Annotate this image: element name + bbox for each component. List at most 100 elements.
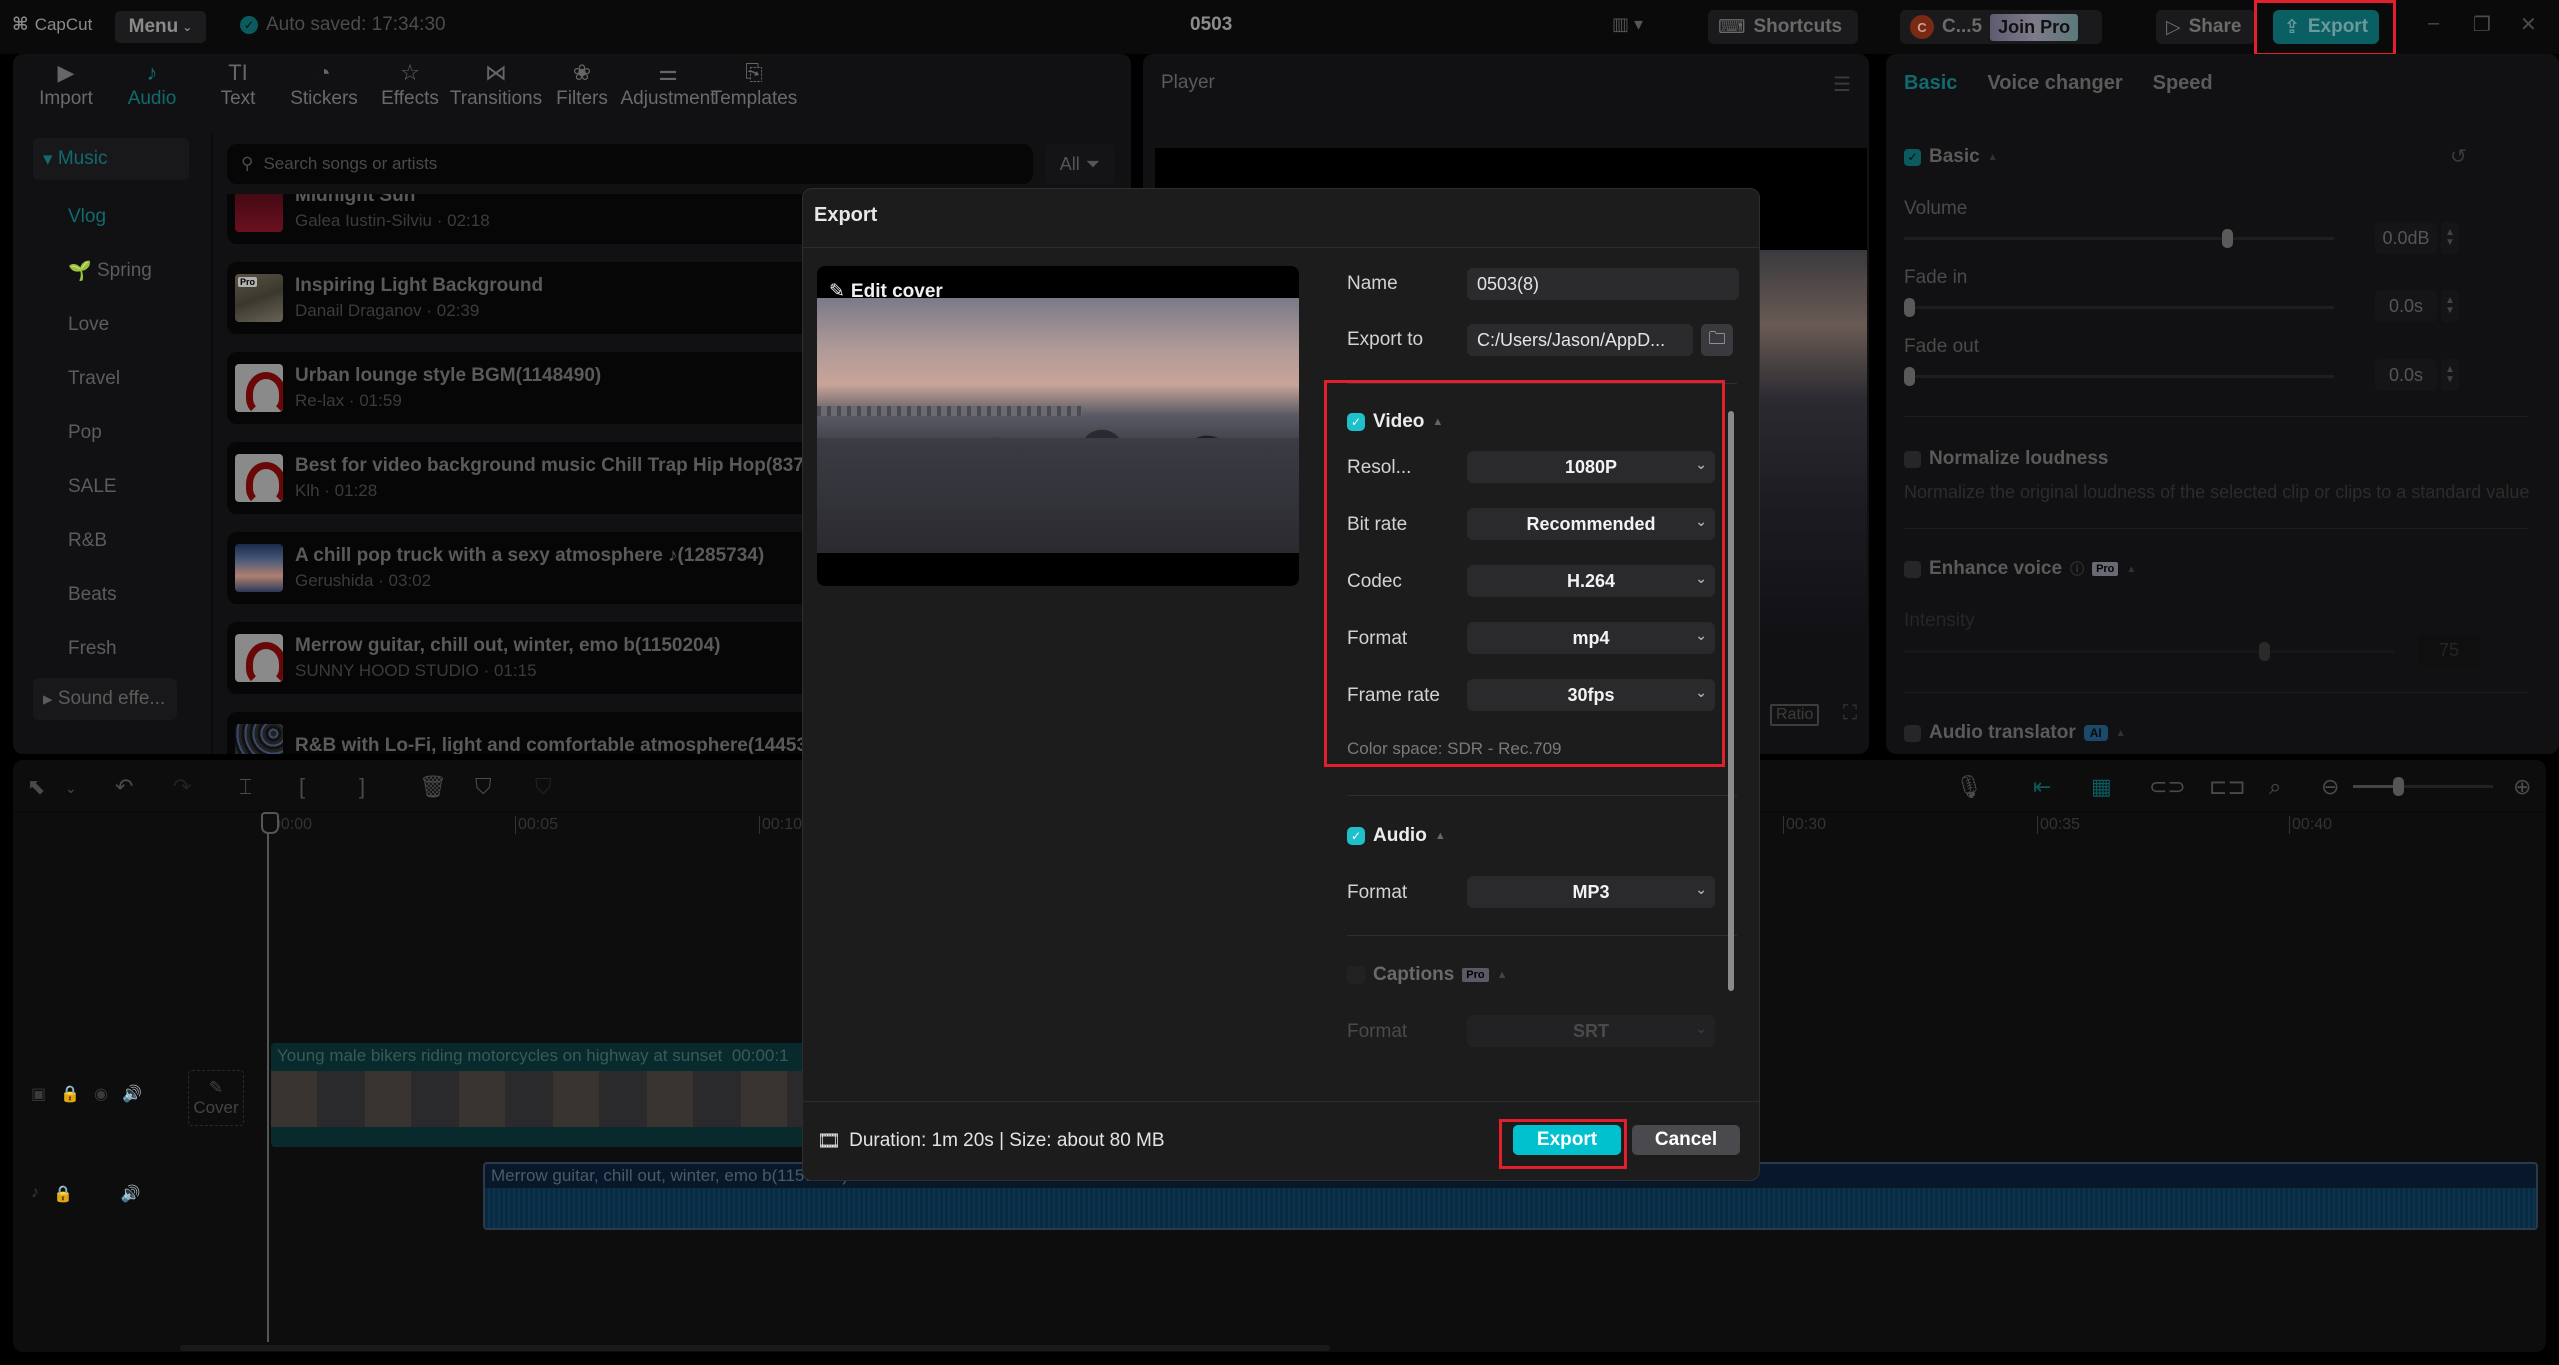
video-checkbox[interactable]: ✓ [1347,413,1365,431]
menu-button[interactable]: Menu ⌄ [115,11,206,43]
tab-transitions[interactable]: ⋈ Transitions [450,54,542,116]
speaker-icon[interactable]: 🔊 [121,1184,141,1204]
tab-adjustment[interactable]: ⚌ Adjustment [620,54,715,116]
fade-out-value[interactable]: 0.0s [2375,359,2437,391]
audio-format-select[interactable]: MP3 ⌄ [1467,876,1715,908]
basic-section-header[interactable]: ✓ Basic ▲ [1904,146,1998,168]
shield-icon[interactable]: ⛉ [535,774,552,800]
enhance-voice-header[interactable]: Enhance voice ⓘ Pro ▲ [1904,558,2136,580]
reset-icon[interactable]: ↺ [2450,144,2467,169]
ai-shield-icon[interactable]: ⛉ [475,774,492,800]
zoom-out-icon[interactable]: ⊖ [2321,774,2339,800]
intensity-value[interactable]: 75 [2418,634,2480,666]
tab-basic[interactable]: Basic [1904,72,1957,95]
tab-text[interactable]: TI Text [195,54,281,116]
join-pro-badge[interactable]: Join Pro [1990,13,2079,41]
framerate-select[interactable]: 30fps ⌄ [1467,679,1715,711]
eye-icon[interactable]: ◉ [94,1084,108,1104]
microphone-icon[interactable]: 🎙 [1955,774,1983,800]
list-item[interactable]: Best for video background music Chill Tr… [227,442,807,514]
export-top-button[interactable]: ⇪ Export [2273,10,2379,44]
zoom-in-icon[interactable]: ⊕ [2513,774,2531,800]
search-input[interactable]: ⚲ Search songs or artists [227,144,1033,184]
filter-button[interactable]: All ⏷ [1045,144,1115,184]
category-item[interactable]: R&B [33,514,211,568]
category-item[interactable]: Fresh [33,622,211,676]
split-right-icon[interactable]: ] [359,774,365,800]
lock-icon[interactable]: 🔒 [53,1184,73,1204]
edit-cover-button[interactable]: ✎ Edit cover [829,280,943,303]
share-button[interactable]: ▷ Share [2156,10,2256,44]
list-item[interactable]: A chill pop truck with a sexy atmosphere… [227,532,807,604]
category-item[interactable]: 🌱 Spring [33,244,211,298]
volume-value[interactable]: 0.0dB [2375,222,2437,254]
audio-translator-header[interactable]: Audio translator AI ▲ [1904,722,2126,744]
list-item[interactable]: Urban lounge style BGM(1148490) Re-lax · … [227,352,807,424]
list-item[interactable]: Pro Inspiring Light Background Danail Dra… [227,262,807,334]
redo-icon[interactable]: ↷ [173,774,191,800]
preview-zoom-icon[interactable]: ⌕ [2269,774,2281,800]
fade-out-slider-knob[interactable] [1904,367,1915,386]
chevron-down-icon[interactable]: ⌄ [65,780,77,797]
enhance-voice-checkbox[interactable] [1904,560,1921,578]
fade-in-stepper[interactable]: ▲ ▼ [2441,290,2459,322]
bitrate-select[interactable]: Recommended ⌄ [1467,508,1715,540]
cover-preview[interactable]: ✎ Edit cover [817,266,1299,586]
captions-checkbox[interactable] [1347,966,1365,984]
category-sound-effects[interactable]: ▸ Sound effe... [33,678,177,720]
codec-select[interactable]: H.264 ⌄ [1467,565,1715,597]
resolution-select[interactable]: 1080P ⌄ [1467,451,1715,483]
split-preview-icon[interactable]: ⊏⊐ [2209,774,2246,800]
normalize-checkbox[interactable] [1904,450,1921,468]
intensity-slider-knob[interactable] [2259,642,2270,661]
captions-section-header[interactable]: Captions Pro ▲ [1347,964,1508,986]
fade-out-stepper[interactable]: ▲ ▼ [2441,359,2459,391]
close-icon[interactable]: ✕ [2520,12,2537,37]
format-select[interactable]: mp4 ⌄ [1467,622,1715,654]
fade-out-slider[interactable] [1904,367,2334,386]
tab-voice-changer[interactable]: Voice changer [1987,72,2122,95]
tab-filters[interactable]: ❀ Filters [539,54,625,116]
tab-audio[interactable]: ♪ Audio [109,54,195,116]
category-music[interactable]: ▾ Music [33,138,189,180]
tab-templates[interactable]: ⎘ Templates [711,54,798,116]
normalize-section-header[interactable]: Normalize loudness [1904,448,2109,470]
category-item[interactable]: SALE [33,460,211,514]
volume-slider[interactable] [1904,229,2334,248]
tab-speed[interactable]: Speed [2153,72,2213,95]
split-icon[interactable]: ⌶ [239,774,252,800]
lock-icon[interactable]: 🔒 [60,1084,80,1104]
category-item[interactable]: Love [33,298,211,352]
fullscreen-icon[interactable]: ⛶ [1843,702,1857,725]
dialog-scrollbar[interactable] [1728,411,1734,991]
hamburger-icon[interactable]: ☰ [1833,72,1851,97]
category-item[interactable]: Travel [33,352,211,406]
video-clip[interactable]: Young male bikers riding motorcycles on … [271,1043,831,1147]
export-path-input[interactable]: C:/Users/Jason/AppD... [1467,324,1693,356]
timeline-zoom-slider[interactable] [2353,777,2493,796]
tab-stickers[interactable]: ◔ Stickers [281,54,367,116]
tab-import[interactable]: ▶︎ Import [23,54,109,116]
speaker-icon[interactable]: 🔊 [122,1084,142,1104]
captions-format-select[interactable]: SRT ⌄ [1467,1015,1715,1047]
video-section-header[interactable]: ✓ Video ▲ [1347,411,1443,433]
minimize-icon[interactable]: – [2428,12,2439,35]
list-item[interactable]: Midnight Sun Galea Iustin-Silviu · 02:18 [227,194,807,244]
restore-icon[interactable]: ❐ [2473,12,2491,37]
select-tool-icon[interactable]: ⬉ [27,774,45,800]
fade-in-slider[interactable] [1904,298,2334,317]
basic-checkbox[interactable]: ✓ [1904,148,1921,166]
split-left-icon[interactable]: [ [299,774,305,800]
magnet-link-icon[interactable]: ⇤ [2033,774,2051,800]
snap-icon[interactable]: ▦ [2091,774,2112,800]
timeline-zoom-knob[interactable] [2393,777,2404,796]
delete-icon[interactable]: 🗑 [419,774,447,800]
volume-stepper[interactable]: ▲ ▼ [2441,222,2459,254]
timeline-scrollbar[interactable] [180,1345,1330,1351]
audio-section-header[interactable]: ✓ Audio ▲ [1347,825,1446,847]
category-item[interactable]: Beats [33,568,211,622]
playhead[interactable] [261,812,279,1342]
name-input[interactable]: 0503(8) [1467,268,1739,300]
folder-icon[interactable]: 🗀 [1701,324,1733,356]
cover-button[interactable]: ✎ Cover [188,1070,244,1126]
